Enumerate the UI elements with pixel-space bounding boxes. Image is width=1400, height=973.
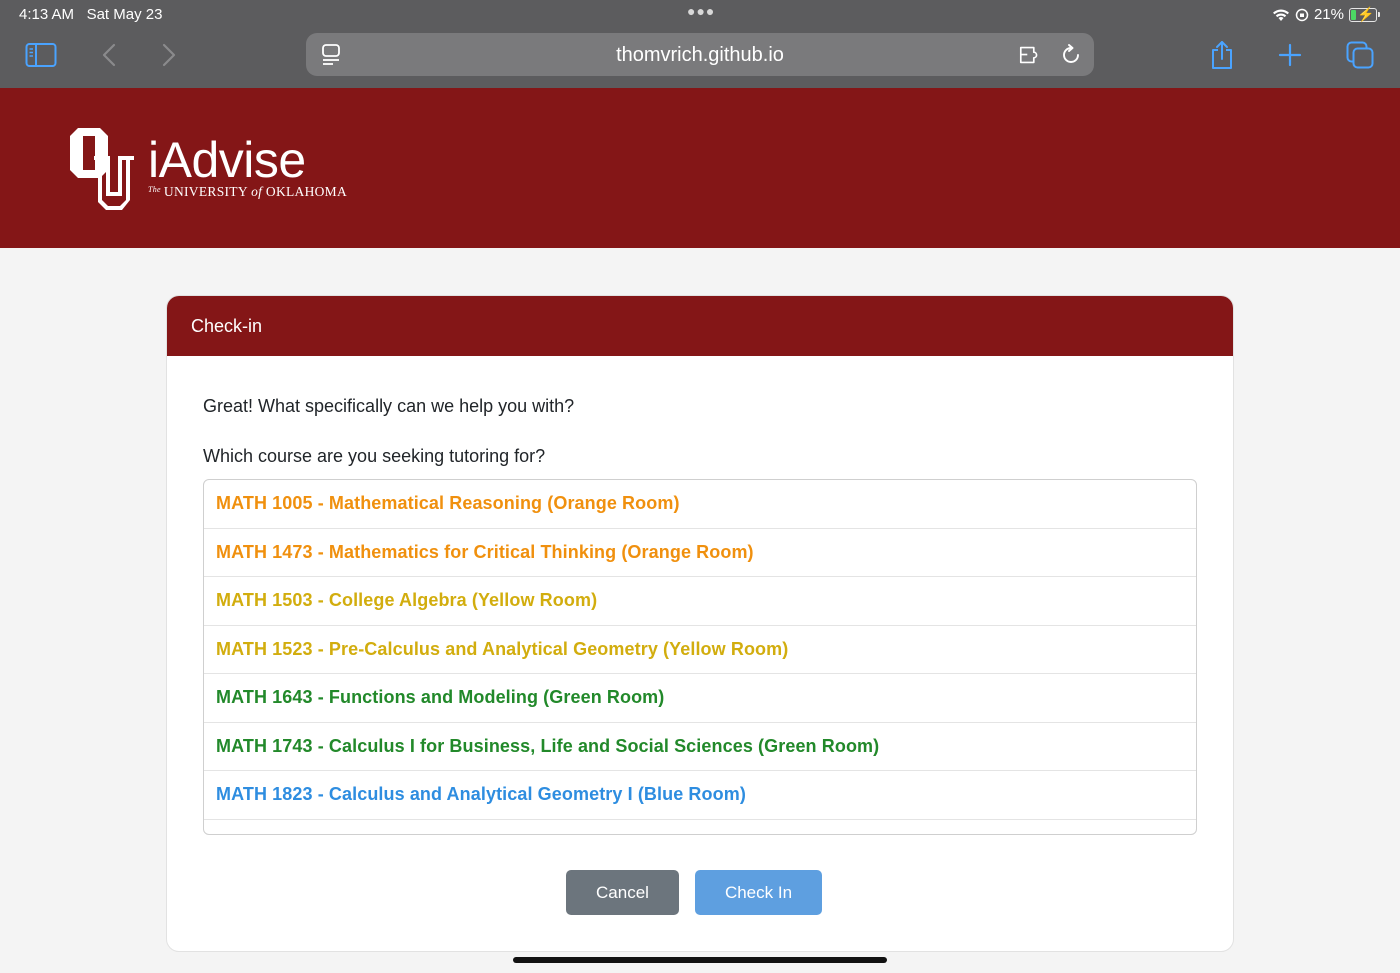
checkin-card: Check-in Great! What specifically can we…: [166, 295, 1234, 952]
brand-title: iAdvise: [148, 132, 306, 188]
card-header: Check-in: [167, 296, 1233, 356]
address-bar[interactable]: thomvrich.github.io: [306, 33, 1094, 76]
status-indicators: 21% ⚡: [1272, 6, 1380, 23]
status-time-date: 4:13 AM Sat May 23: [19, 6, 163, 23]
multitasking-dots-icon[interactable]: ●●●: [687, 3, 715, 19]
card-title: Check-in: [191, 316, 263, 336]
extension-icon[interactable]: [1018, 42, 1044, 68]
cancel-button[interactable]: Cancel: [566, 870, 679, 915]
course-option[interactable]: MATH 1005 - Mathematical Reasoning (Oran…: [204, 480, 1196, 529]
course-prompt: Which course are you seeking tutoring fo…: [203, 446, 546, 466]
help-prompt: Great! What specifically can we help you…: [203, 396, 575, 416]
brand-subtitle: The UNIVERSITY of OKLAHOMA: [148, 184, 348, 199]
new-tab-icon[interactable]: [1273, 38, 1307, 72]
forward-icon[interactable]: [152, 38, 186, 72]
check-in-button[interactable]: Check In: [695, 870, 822, 915]
course-option[interactable]: MATH 1523 - Pre-Calculus and Analytical …: [204, 626, 1196, 674]
wifi-icon: [1272, 9, 1289, 21]
course-option[interactable]: MATH 1643 - Functions and Modeling (Gree…: [204, 674, 1196, 723]
course-option[interactable]: MATH 1743 - Calculus I for Business, Lif…: [204, 723, 1196, 771]
course-option[interactable]: MATH 1503 - College Algebra (Yellow Room…: [204, 577, 1196, 626]
orientation-lock-icon: [1295, 8, 1309, 21]
reload-icon[interactable]: [1058, 42, 1084, 68]
share-icon[interactable]: [1205, 38, 1239, 72]
home-indicator[interactable]: [513, 957, 887, 963]
sidebar-icon[interactable]: [24, 38, 58, 72]
tabs-icon[interactable]: [1343, 38, 1377, 72]
course-list: MATH 1005 - Mathematical Reasoning (Oran…: [203, 479, 1197, 835]
url-text[interactable]: thomvrich.github.io: [306, 44, 1094, 67]
ou-logo-icon: [70, 128, 134, 210]
battery-icon: ⚡: [1349, 6, 1377, 22]
course-option[interactable]: MATH 1823 - Calculus and Analytical Geom…: [204, 771, 1196, 820]
course-option[interactable]: MATH 1473 - Mathematics for Critical Thi…: [204, 529, 1196, 577]
back-icon[interactable]: [92, 38, 126, 72]
battery-percent: 21%: [1313, 6, 1344, 23]
browser-chrome: 4:13 AM Sat May 23 ●●● 21% ⚡ thomvrich.g…: [0, 0, 1400, 88]
